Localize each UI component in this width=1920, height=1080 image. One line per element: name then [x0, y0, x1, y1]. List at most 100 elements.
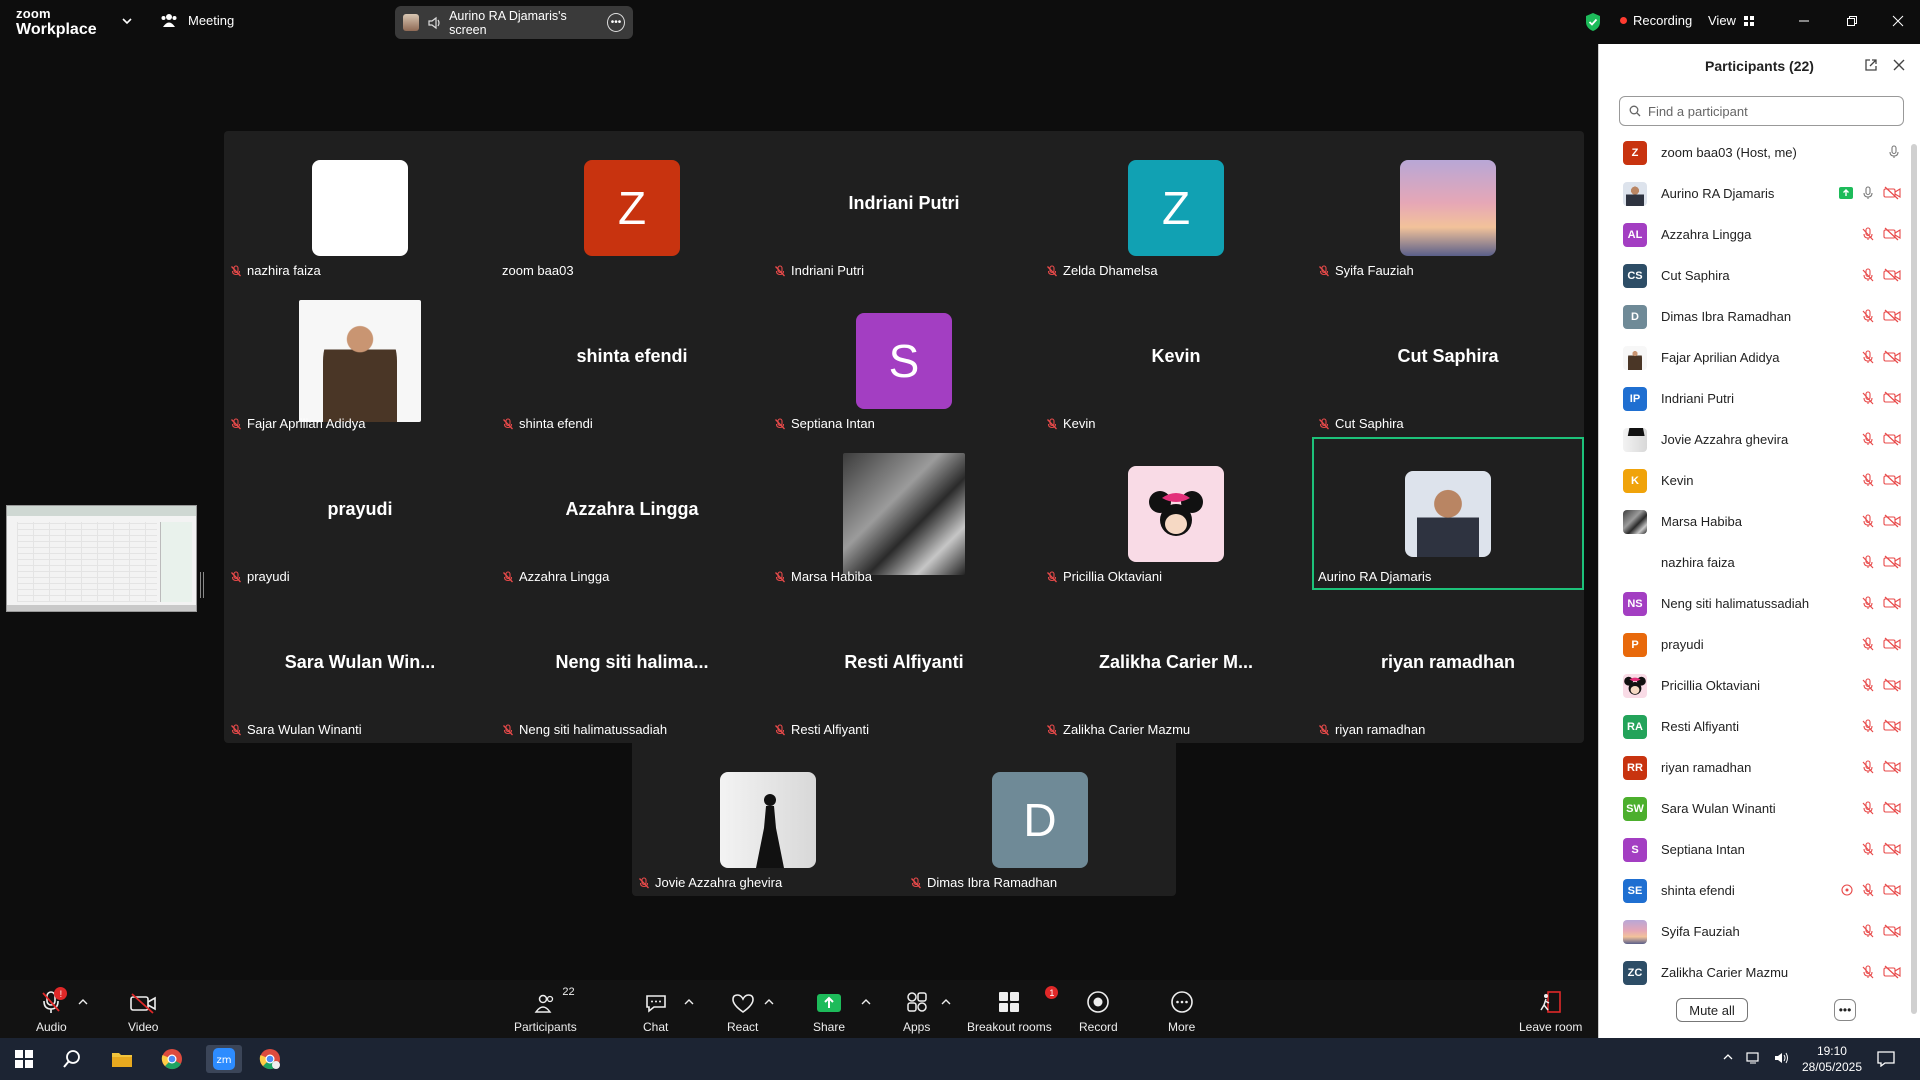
mic-muted-icon[interactable]: [1861, 801, 1875, 815]
chat-button[interactable]: Chat: [643, 988, 668, 1034]
mic-muted-icon[interactable]: [1861, 637, 1875, 651]
participant-video-tile[interactable]: Zalikha Carier M... Zalikha Carier Mazmu: [1040, 590, 1312, 743]
mic-muted-icon[interactable]: [1861, 350, 1875, 364]
more-button[interactable]: More: [1168, 988, 1195, 1034]
participant-row[interactable]: NS Neng siti halimatussadiah: [1599, 583, 1909, 624]
participant-video-tile[interactable]: Syifa Fauziah: [1312, 131, 1584, 284]
participant-row[interactable]: D Dimas Ibra Ramadhan: [1599, 296, 1909, 337]
participant-video-tile[interactable]: Sara Wulan Win... Sara Wulan Winanti: [224, 590, 496, 743]
security-shield-icon[interactable]: [1584, 12, 1602, 32]
react-options-caret-icon[interactable]: [764, 998, 774, 1006]
mic-muted-icon[interactable]: [1861, 719, 1875, 733]
mic-muted-icon[interactable]: [1861, 268, 1875, 282]
participant-video-tile[interactable]: Neng siti halima... Neng siti halimatussa…: [496, 590, 768, 743]
share-button[interactable]: Share: [813, 988, 845, 1034]
view-button[interactable]: View: [1708, 13, 1755, 28]
zoom-taskbar-icon[interactable]: zm: [206, 1045, 242, 1073]
network-icon[interactable]: [1746, 1051, 1762, 1065]
pop-out-icon[interactable]: [1864, 58, 1878, 72]
share-options-caret-icon[interactable]: [861, 998, 871, 1006]
participants-button[interactable]: 22 Participants: [514, 986, 577, 1034]
tray-chevron-icon[interactable]: [1722, 1051, 1734, 1065]
record-button[interactable]: Record: [1079, 988, 1118, 1034]
chrome-profile-icon[interactable]: [256, 1045, 284, 1073]
participant-search-input[interactable]: Find a participant: [1619, 96, 1904, 126]
participant-row[interactable]: Aurino RA Djamaris: [1599, 173, 1909, 214]
participant-row[interactable]: Pricillia Oktaviani: [1599, 665, 1909, 706]
participant-row[interactable]: RR riyan ramadhan: [1599, 747, 1909, 788]
participant-row[interactable]: K Kevin: [1599, 460, 1909, 501]
participant-video-tile[interactable]: Jovie Azzahra ghevira: [632, 743, 904, 896]
participant-video-tile[interactable]: riyan ramadhan riyan ramadhan: [1312, 590, 1584, 743]
participant-row[interactable]: S Septiana Intan: [1599, 829, 1909, 870]
minimize-icon[interactable]: [1782, 10, 1826, 32]
participant-video-tile[interactable]: Marsa Habiba: [768, 437, 1040, 590]
chrome-icon[interactable]: [158, 1045, 186, 1073]
mic-muted-icon[interactable]: [1861, 227, 1875, 241]
mic-muted-icon[interactable]: [1861, 760, 1875, 774]
leave-room-button[interactable]: Leave room: [1519, 988, 1582, 1034]
mic-icon[interactable]: [1887, 145, 1901, 159]
participant-row[interactable]: Syifa Fauziah: [1599, 911, 1909, 952]
mic-muted-icon[interactable]: [1861, 432, 1875, 446]
mic-muted-icon[interactable]: [1861, 965, 1875, 979]
participant-row[interactable]: SW Sara Wulan Winanti: [1599, 788, 1909, 829]
close-icon[interactable]: [1892, 58, 1906, 72]
mute-all-button[interactable]: Mute all: [1676, 998, 1748, 1022]
windows-start-icon[interactable]: [10, 1045, 38, 1073]
participant-row[interactable]: Fajar Aprilian Adidya: [1599, 337, 1909, 378]
audio-button[interactable]: ! Audio: [36, 987, 68, 1034]
screen-share-indicator[interactable]: Aurino RA Djamaris's screen •••: [395, 6, 633, 39]
mic-muted-icon[interactable]: [1861, 842, 1875, 856]
mic-muted-icon[interactable]: [1861, 883, 1875, 897]
mic-muted-icon[interactable]: [1861, 596, 1875, 610]
participant-video-tile[interactable]: Zzoom baa03: [496, 131, 768, 284]
more-options-icon[interactable]: •••: [1834, 999, 1856, 1021]
participant-row[interactable]: ZC Zalikha Carier Mazmu: [1599, 952, 1909, 993]
shared-screen-thumbnail[interactable]: [6, 505, 197, 612]
participant-video-tile[interactable]: Pricillia Oktaviani: [1040, 437, 1312, 590]
participant-video-tile[interactable]: S Septiana Intan: [768, 284, 1040, 437]
mic-icon[interactable]: [1861, 186, 1875, 200]
participant-video-tile[interactable]: D Dimas Ibra Ramadhan: [904, 743, 1176, 896]
participant-video-tile[interactable]: Aurino RA Djamaris: [1312, 437, 1584, 590]
participant-row[interactable]: Zzoom baa03 (Host, me): [1599, 132, 1909, 173]
participant-row[interactable]: Jovie Azzahra ghevira: [1599, 419, 1909, 460]
participant-video-tile[interactable]: Resti Alfiyanti Resti Alfiyanti: [768, 590, 1040, 743]
react-button[interactable]: React: [727, 988, 758, 1034]
volume-icon[interactable]: [1774, 1051, 1790, 1065]
participant-video-tile[interactable]: nazhira faiza: [224, 131, 496, 284]
participant-row[interactable]: Marsa Habiba: [1599, 501, 1909, 542]
participant-row[interactable]: CS Cut Saphira: [1599, 255, 1909, 296]
participant-row[interactable]: nazhira faiza: [1599, 542, 1909, 583]
mic-muted-icon[interactable]: [1861, 473, 1875, 487]
participant-video-tile[interactable]: Indriani Putri Indriani Putri: [768, 131, 1040, 284]
participant-video-tile[interactable]: Fajar Aprilian Adidya: [224, 284, 496, 437]
video-button[interactable]: Video: [128, 988, 158, 1034]
chat-options-caret-icon[interactable]: [684, 998, 694, 1006]
resize-handle[interactable]: [200, 572, 204, 598]
notifications-icon[interactable]: [1872, 1045, 1900, 1073]
chevron-down-icon[interactable]: [120, 14, 134, 28]
audio-options-caret-icon[interactable]: [78, 998, 88, 1006]
participant-video-tile[interactable]: shinta efendi shinta efendi: [496, 284, 768, 437]
restore-icon[interactable]: [1830, 10, 1874, 32]
panel-scrollbar[interactable]: [1911, 144, 1917, 1014]
participant-video-tile[interactable]: Kevin Kevin: [1040, 284, 1312, 437]
mic-muted-icon[interactable]: [1861, 678, 1875, 692]
participant-video-tile[interactable]: Z Zelda Dhamelsa: [1040, 131, 1312, 284]
mic-muted-icon[interactable]: [1861, 555, 1875, 569]
more-options-icon[interactable]: •••: [606, 13, 626, 32]
mic-muted-icon[interactable]: [1861, 514, 1875, 528]
recording-indicator[interactable]: Recording: [1620, 13, 1692, 28]
mic-muted-icon[interactable]: [1861, 924, 1875, 938]
taskbar-clock[interactable]: 19:10 28/05/2025: [1802, 1043, 1862, 1075]
participant-video-tile[interactable]: prayudi prayudi: [224, 437, 496, 590]
close-window-icon[interactable]: [1876, 10, 1920, 32]
breakout-rooms-button[interactable]: 1 Breakout rooms: [967, 986, 1059, 1034]
participant-row[interactable]: IP Indriani Putri: [1599, 378, 1909, 419]
apps-button[interactable]: Apps: [903, 988, 930, 1034]
participant-row[interactable]: SE shinta efendi: [1599, 870, 1909, 911]
meeting-menu-button[interactable]: Meeting: [160, 12, 234, 28]
participant-row[interactable]: RA Resti Alfiyanti: [1599, 706, 1909, 747]
